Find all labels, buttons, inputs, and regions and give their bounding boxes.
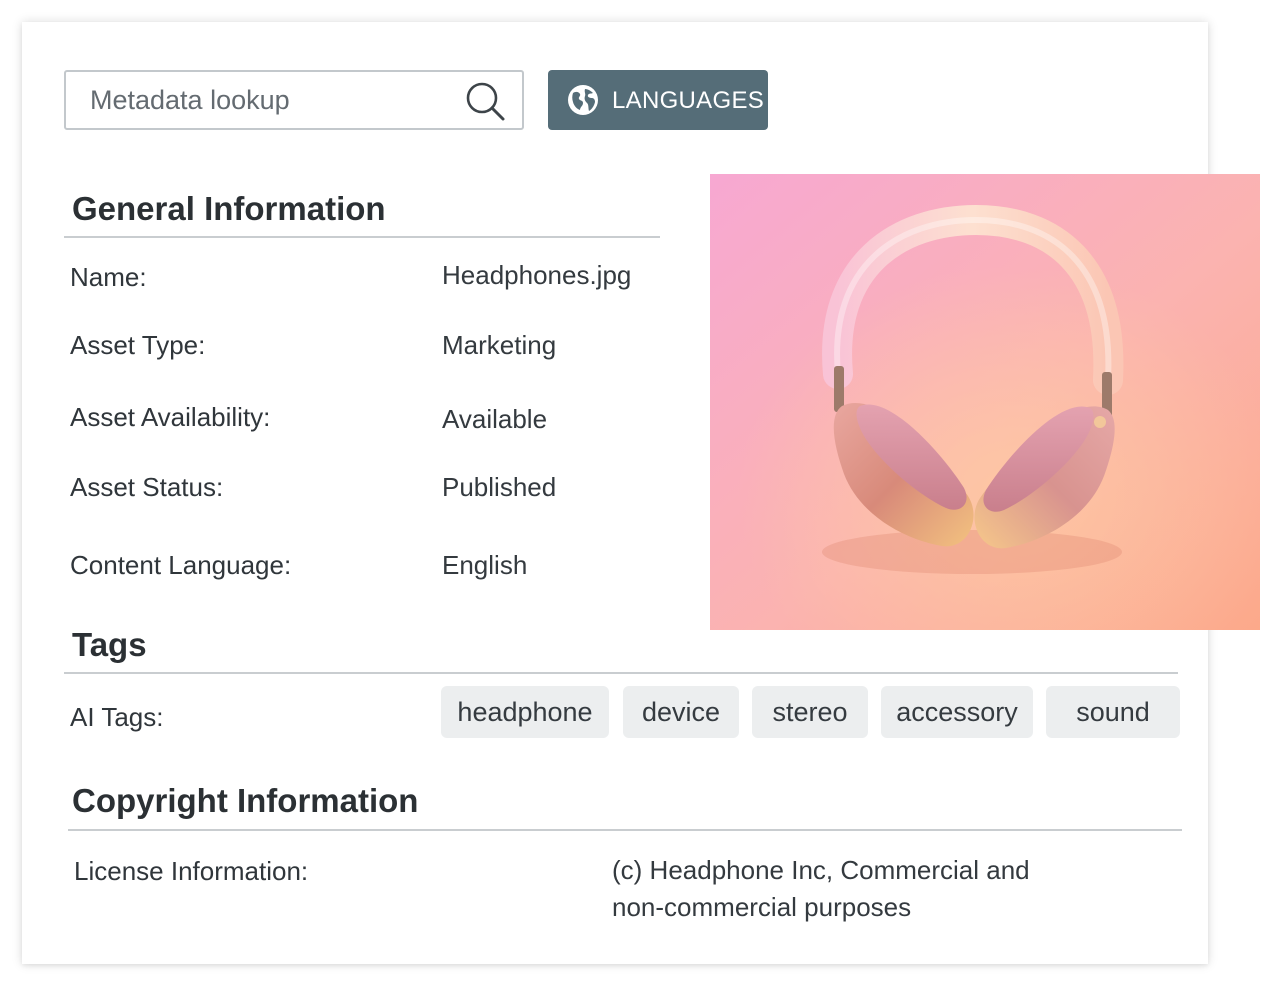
tag-chip[interactable]: stereo <box>752 686 868 738</box>
name-label: Name: <box>70 262 147 292</box>
copyright-information-heading: Copyright Information <box>72 782 419 819</box>
name-value: Headphones.jpg <box>442 260 632 290</box>
search-icon[interactable] <box>464 80 506 122</box>
tags-divider <box>64 672 1178 674</box>
languages-label: LANGUAGES <box>612 87 765 114</box>
license-line-1: (c) Headphone Inc, Commercial and <box>612 855 1030 885</box>
copyright-divider <box>68 829 1182 831</box>
tag-chip[interactable]: device <box>623 686 739 738</box>
languages-button[interactable]: LANGUAGES <box>548 70 768 130</box>
content-language-value: English <box>442 550 528 580</box>
tags-heading: Tags <box>72 626 147 663</box>
asset-type-label: Asset Type: <box>70 330 206 360</box>
license-information-value: (c) Headphone Inc, Commercial and non-co… <box>612 852 1112 926</box>
license-line-2: non-commercial purposes <box>612 892 912 922</box>
asset-availability-value: Available <box>442 404 548 434</box>
tag-chip[interactable]: accessory <box>881 686 1033 738</box>
license-information-label: License Information: <box>74 856 309 886</box>
general-divider <box>64 236 660 238</box>
asset-type-value: Marketing <box>442 330 557 360</box>
content-language-label: Content Language: <box>70 550 292 580</box>
tag-chip[interactable]: headphone <box>441 686 609 738</box>
metadata-search[interactable] <box>64 70 524 130</box>
asset-status-value: Published <box>442 472 557 502</box>
asset-availability-label: Asset Availability: <box>70 402 271 432</box>
search-input[interactable] <box>66 72 446 128</box>
asset-status-label: Asset Status: <box>70 472 224 502</box>
tag-chip[interactable]: sound <box>1046 686 1180 738</box>
general-information-heading: General Information <box>72 190 386 227</box>
asset-preview-image <box>710 174 1260 630</box>
ai-tags-label: AI Tags: <box>70 702 164 732</box>
globe-icon <box>567 84 599 116</box>
